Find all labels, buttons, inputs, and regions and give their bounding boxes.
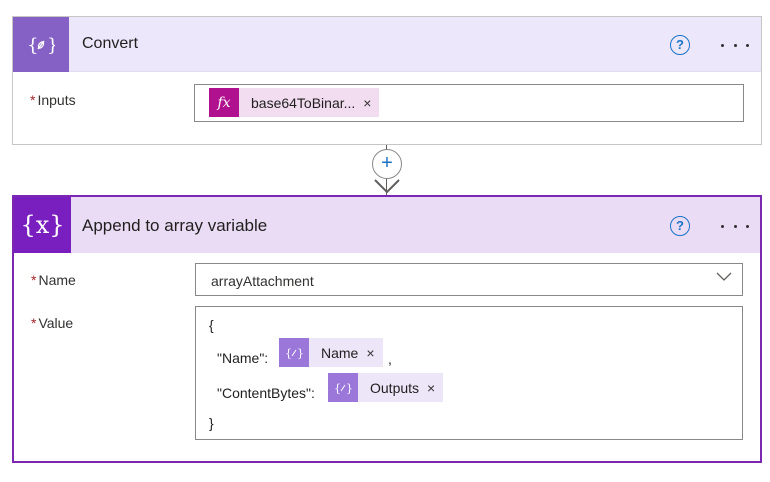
append-action-card[interactable]: {x} Append to array variable ? * Name arr… [12, 195, 762, 463]
svg-text:}: } [346, 382, 352, 395]
convert-card-title: Convert [82, 35, 139, 52]
name-key: "Name": [217, 350, 269, 366]
arrow-down-icon [374, 179, 400, 194]
value-label-text: Value [38, 315, 74, 331]
name-dropdown[interactable]: arrayAttachment [195, 263, 743, 296]
more-options-icon[interactable] [721, 35, 749, 55]
name-token-label: Name [321, 344, 359, 361]
chevron-down-icon[interactable] [716, 272, 732, 282]
open-brace: { [209, 317, 214, 333]
help-icon[interactable]: ? [670, 216, 690, 236]
svg-text:{: { [285, 347, 292, 360]
inputs-label: * Inputs [30, 92, 76, 108]
svg-text:{: { [27, 35, 38, 56]
name-label: * Name [31, 272, 76, 288]
append-card-header[interactable]: {x} Append to array variable ? [14, 197, 760, 253]
remove-token-icon[interactable]: × [366, 345, 382, 361]
value-label: * Value [31, 315, 73, 331]
remove-token-icon[interactable]: × [363, 95, 379, 111]
required-marker: * [31, 315, 37, 331]
name-label-text: Name [38, 272, 76, 288]
expression-token-label: base64ToBinar... [251, 94, 356, 111]
expression-token[interactable]: fx base64ToBinar... × [209, 88, 380, 117]
close-brace: } [209, 415, 214, 431]
outputs-token[interactable]: { } Outputs × [328, 373, 444, 402]
name-token[interactable]: { } Name × [279, 338, 383, 367]
required-marker: * [30, 92, 36, 108]
remove-token-icon[interactable]: × [427, 380, 443, 396]
append-card-title: Append to array variable [82, 216, 268, 235]
variable-icon: {x} [14, 197, 71, 253]
more-options-icon[interactable] [721, 216, 749, 236]
comma: , [388, 351, 392, 367]
content-bytes-key: "ContentBytes": [217, 385, 315, 401]
svg-text:}: } [47, 35, 55, 56]
expression-braces-icon: { } [13, 17, 69, 72]
convert-action-card[interactable]: { } Convert ? *Inputs fx base64ToBinar..… [12, 16, 762, 145]
svg-text:{: { [334, 382, 341, 395]
expression-braces-icon: { } [279, 338, 309, 367]
inputs-field[interactable]: fx base64ToBinar... × [194, 84, 744, 122]
outputs-token-label: Outputs [370, 379, 420, 396]
inputs-label-text: Inputs [37, 92, 76, 108]
convert-card-header[interactable]: { } Convert ? [13, 17, 761, 72]
required-marker: * [31, 272, 37, 288]
insert-step-button[interactable]: + [372, 149, 402, 179]
fx-icon: fx [209, 88, 239, 117]
svg-text:}: } [297, 347, 303, 360]
value-editor[interactable]: { "Name": { } Name × , "ContentBytes": {… [195, 306, 743, 440]
help-icon[interactable]: ? [670, 35, 690, 55]
expression-braces-icon: { } [328, 373, 358, 402]
name-dropdown-value: arrayAttachment [211, 273, 314, 289]
